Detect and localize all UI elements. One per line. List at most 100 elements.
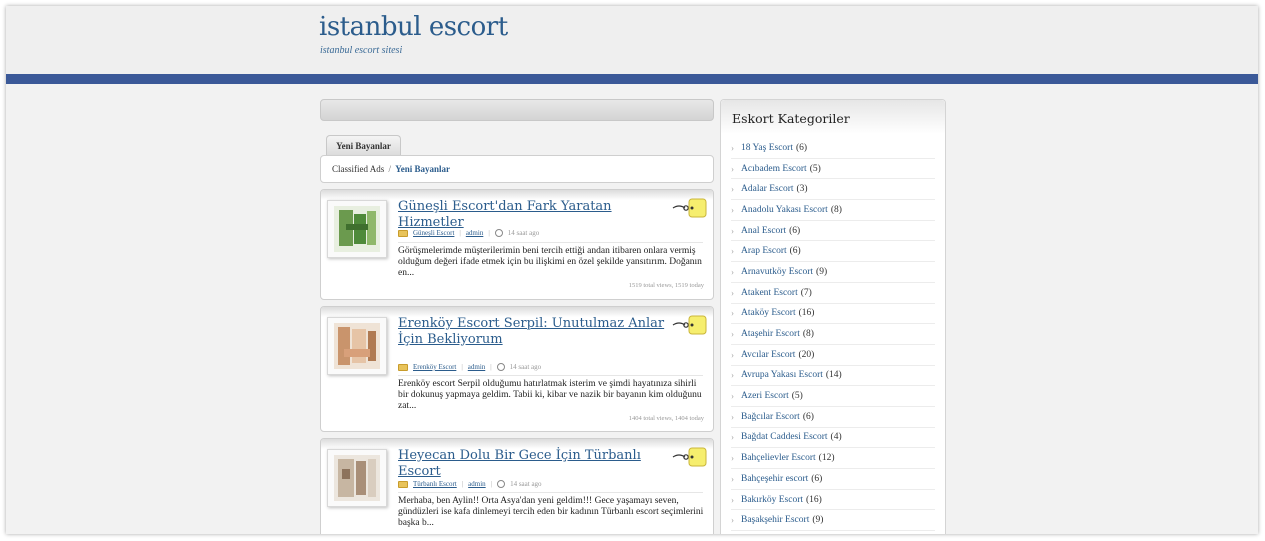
post-author-link[interactable]: admin <box>466 229 484 237</box>
sidebar-title: Eskort Kategoriler <box>721 100 945 134</box>
category-link[interactable]: Bahçelievler Escort <box>741 453 816 463</box>
post-category-link[interactable]: Türbanlı Escort <box>413 480 457 488</box>
site-title[interactable]: istanbul escort <box>319 12 508 42</box>
category-item: › 18 Yaş Escort (6) <box>731 138 935 159</box>
chevron-right-icon: › <box>731 184 734 195</box>
category-link[interactable]: Adalar Escort <box>741 184 794 194</box>
category-link[interactable]: Arap Escort <box>741 246 787 256</box>
chevron-right-icon: › <box>731 308 734 319</box>
price-tag-icon <box>672 315 707 335</box>
post-author-link[interactable]: admin <box>468 363 486 371</box>
breadcrumb: Classified Ads / Yeni Bayanlar <box>320 155 714 183</box>
category-count: (14) <box>825 370 842 381</box>
sidebar-categories: Eskort Kategoriler › 18 Yaş Escort (6) › Acı… <box>720 99 946 534</box>
post-time: 14 saat ago <box>510 480 542 488</box>
post-image <box>334 323 380 369</box>
category-link[interactable]: Bakırköy Escort <box>741 495 803 505</box>
post-excerpt: Erenköy escort Serpil olduğumu hatırlatm… <box>398 379 702 411</box>
meta-divider: | <box>461 363 463 371</box>
category-count: (5) <box>809 163 821 174</box>
category-count: (6) <box>802 411 814 422</box>
post-views: 1404 total views, 1404 today <box>628 415 704 422</box>
post-category-link[interactable]: Güneşli Escort <box>413 229 454 237</box>
post-title[interactable]: Heyecan Dolu Bir Gece İçin Türbanlı Esco… <box>398 448 668 480</box>
search-bar[interactable] <box>320 99 714 121</box>
category-link[interactable]: Anal Escort <box>741 226 786 236</box>
category-item: › Bakırköy Escort (16) <box>731 490 935 511</box>
category-item: › Bağcılar Escort (6) <box>731 407 935 428</box>
category-link[interactable]: Başakşehir Escort <box>741 515 809 525</box>
post-meta: Erenköy Escort | admin | 14 saat ago <box>398 361 703 373</box>
category-item: › Acıbadem Escort (5) <box>731 159 935 180</box>
category-item: › Bahçelievler Escort (12) <box>731 448 935 469</box>
category-count: (9) <box>812 515 824 526</box>
category-count: (4) <box>830 432 842 443</box>
category-count: (16) <box>806 494 822 505</box>
post-thumbnail[interactable] <box>327 317 387 375</box>
category-link[interactable]: Arnavutköy Escort <box>741 267 813 277</box>
post-author-link[interactable]: admin <box>468 480 486 488</box>
chevron-right-icon: › <box>731 163 734 174</box>
chevron-right-icon: › <box>731 453 734 464</box>
nav-bar <box>6 74 1258 84</box>
chevron-right-icon: › <box>731 287 734 298</box>
meta-divider: | <box>461 480 464 488</box>
category-count: (8) <box>802 329 814 340</box>
category-link[interactable]: Atakent Escort <box>741 288 798 298</box>
category-item: › Anal Escort (6) <box>731 221 935 242</box>
category-link[interactable]: Ataköy Escort <box>741 308 796 318</box>
post-image <box>334 455 380 501</box>
category-item: › Avcılar Escort (20) <box>731 345 935 366</box>
clock-icon <box>494 229 503 237</box>
category-item: › Arap Escort (6) <box>731 241 935 263</box>
price-tag-icon <box>672 447 707 467</box>
category-item: › Atakent Escort (7) <box>731 283 935 304</box>
post-excerpt: Görüşmelerimde müşterilerimin beni terci… <box>398 246 702 278</box>
category-link[interactable]: Anadolu Yakası Escort <box>741 205 828 215</box>
chevron-right-icon: › <box>731 411 734 422</box>
tab-yeni-bayanlar[interactable]: Yeni Bayanlar <box>326 135 401 155</box>
category-item: › Bahçeşehir escort (6) <box>731 469 935 490</box>
category-item: › Başakşehir Escort (9) <box>731 510 935 532</box>
category-link[interactable]: Avcılar Escort <box>741 350 795 360</box>
category-link[interactable]: Bahçeşehir escort <box>741 474 808 484</box>
post-title[interactable]: Erenköy Escort Serpil: Unutulmaz Anlar İ… <box>398 316 668 348</box>
chevron-right-icon: › <box>731 370 734 381</box>
chevron-right-icon: › <box>731 204 734 215</box>
post-card: Erenköy Escort Serpil: Unutulmaz Anlar İ… <box>320 306 714 432</box>
meta-divider: | <box>488 229 490 237</box>
chevron-right-icon: › <box>731 349 734 360</box>
post-time: 14 saat ago <box>507 229 540 237</box>
post-card: Güneşli Escort'dan Fark Yaratan Hizmetle… <box>320 189 714 300</box>
category-link[interactable]: Acıbadem Escort <box>741 164 807 174</box>
browser-viewport: istanbul escort istanbul escort sitesi Y… <box>6 6 1258 534</box>
post-thumbnail[interactable] <box>327 200 387 258</box>
meta-divider-line <box>398 492 703 493</box>
category-link[interactable]: 18 Yaş Escort <box>741 143 793 153</box>
category-link[interactable]: Avrupa Yakası Escort <box>741 370 823 380</box>
category-count: (16) <box>798 308 815 319</box>
category-count: (6) <box>811 473 823 484</box>
breadcrumb-current[interactable]: Yeni Bayanlar <box>395 164 450 174</box>
post-thumbnail[interactable] <box>327 449 387 507</box>
post-meta: Türbanlı Escort | admin | 14 saat ago <box>398 478 703 490</box>
category-link[interactable]: Bağcılar Escort <box>741 412 800 422</box>
category-link[interactable]: Bağdat Caddesi Escort <box>741 432 828 442</box>
post-excerpt: Merhaba, ben Aylin!! Orta Asya'dan yeni … <box>398 496 704 528</box>
category-link[interactable]: Azeri Escort <box>741 391 789 401</box>
chevron-right-icon: › <box>731 473 734 484</box>
category-count: (3) <box>796 184 808 195</box>
folder-icon <box>398 229 408 237</box>
category-count: (12) <box>818 453 835 464</box>
post-category-link[interactable]: Erenköy Escort <box>413 363 456 371</box>
breadcrumb-root[interactable]: Classified Ads <box>332 164 384 174</box>
category-count: (20) <box>798 349 815 360</box>
meta-divider-line <box>398 242 703 243</box>
category-item: › Arnavutköy Escort (9) <box>731 262 935 283</box>
site-tagline: istanbul escort sitesi <box>320 45 403 56</box>
category-item: › Bağdat Caddesi Escort (4) <box>731 428 935 449</box>
chevron-right-icon: › <box>731 515 734 526</box>
post-time: 14 saat ago <box>509 363 542 371</box>
chevron-right-icon: › <box>731 266 734 277</box>
category-link[interactable]: Ataşehir Escort <box>741 329 800 339</box>
